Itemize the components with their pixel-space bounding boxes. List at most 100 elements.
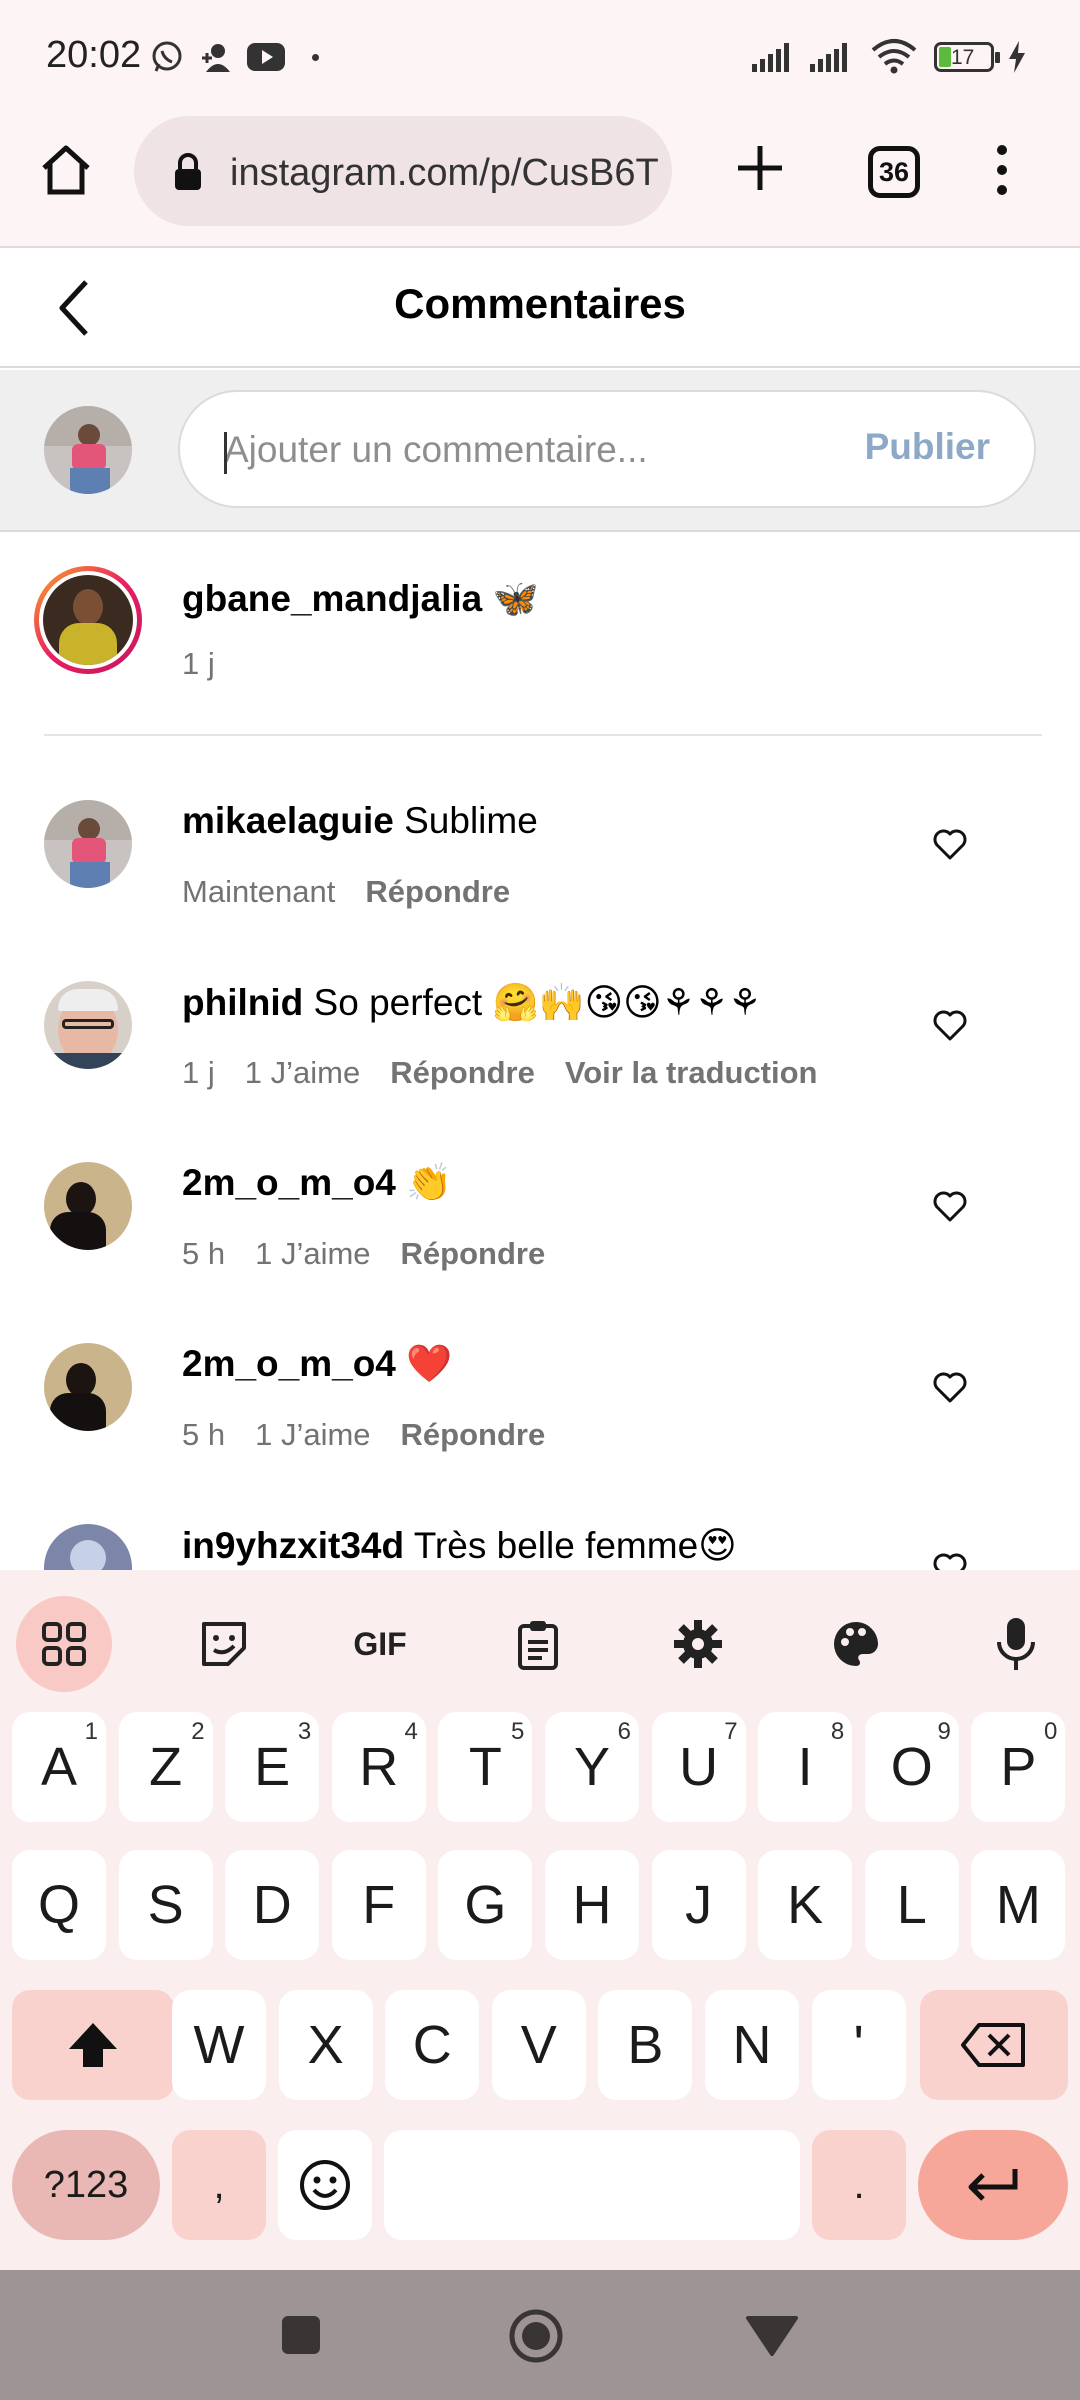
- like-heart-icon[interactable]: [932, 826, 968, 862]
- palette-icon[interactable]: [808, 1596, 904, 1692]
- key-y[interactable]: Y6: [545, 1712, 639, 1822]
- comment-time: 1 j: [182, 1055, 215, 1090]
- youtube-icon: [247, 43, 285, 71]
- commenter-avatar[interactable]: [44, 800, 132, 888]
- key-hint: 4: [404, 1718, 418, 1745]
- key-h[interactable]: H: [545, 1850, 639, 1960]
- url-bar[interactable]: instagram.com/p/CusB6T: [134, 116, 672, 226]
- home-icon[interactable]: [38, 142, 94, 198]
- key-i[interactable]: I8: [758, 1712, 853, 1822]
- key-j[interactable]: J: [651, 1850, 746, 1960]
- key-r[interactable]: R4: [331, 1712, 426, 1822]
- see-translation-button[interactable]: Voir la traduction: [565, 1055, 818, 1090]
- caption-author-avatar[interactable]: [34, 566, 142, 674]
- comment-username[interactable]: mikaelaguie: [182, 800, 394, 841]
- key-label: V: [520, 2015, 557, 2075]
- reply-button[interactable]: Répondre: [390, 1055, 535, 1090]
- commenter-avatar[interactable]: [44, 1343, 132, 1431]
- key-label: U: [679, 1737, 719, 1797]
- comment-username[interactable]: philnid: [182, 982, 303, 1023]
- key-x[interactable]: X: [278, 1990, 373, 2100]
- recent-apps-button[interactable]: [282, 2316, 320, 2354]
- key-p[interactable]: P0: [971, 1712, 1066, 1822]
- publish-button[interactable]: Publier: [865, 426, 990, 468]
- like-heart-icon[interactable]: [932, 1007, 968, 1043]
- like-heart-icon[interactable]: [932, 1188, 968, 1224]
- key-g[interactable]: G: [438, 1850, 533, 1960]
- key-hint: 2: [191, 1718, 205, 1745]
- key-b[interactable]: B: [598, 1990, 693, 2100]
- comment-input[interactable]: [224, 422, 784, 478]
- shift-key[interactable]: [12, 1990, 174, 2100]
- settings-icon[interactable]: [650, 1596, 746, 1692]
- like-heart-icon[interactable]: [932, 1550, 968, 1570]
- comment-body: Sublime: [404, 800, 538, 841]
- reply-button[interactable]: Répondre: [401, 1236, 546, 1271]
- key-q[interactable]: Q: [12, 1850, 106, 1960]
- tab-switcher-button[interactable]: 36: [868, 146, 920, 198]
- comment-composer: Publier: [0, 370, 1080, 532]
- like-heart-icon[interactable]: [932, 1369, 968, 1405]
- reply-button[interactable]: Répondre: [401, 1417, 546, 1452]
- key-a[interactable]: A1: [12, 1712, 106, 1822]
- key-n[interactable]: N: [705, 1990, 799, 2100]
- comment-item: 2m_o_m_o4 ❤️ 5 h 1 J’aime Répondre: [0, 1307, 1080, 1488]
- key-c[interactable]: C: [385, 1990, 480, 2100]
- key-f[interactable]: F: [331, 1850, 426, 1960]
- comment-username[interactable]: in9yhzxit34d: [182, 1525, 404, 1566]
- battery-icon: 17: [934, 42, 1000, 72]
- comma-key[interactable]: ,: [172, 2130, 266, 2240]
- enter-key[interactable]: [918, 2130, 1068, 2240]
- key-v[interactable]: V: [491, 1990, 586, 2100]
- comment-like-count[interactable]: 1 J’aime: [255, 1236, 370, 1271]
- key-o[interactable]: O9: [864, 1712, 959, 1822]
- key-apostrophe[interactable]: ': [811, 1990, 906, 2100]
- key-e[interactable]: E3: [225, 1712, 320, 1822]
- period-key[interactable]: .: [812, 2130, 906, 2240]
- reply-button[interactable]: Répondre: [365, 874, 510, 909]
- commenter-avatar[interactable]: [44, 981, 132, 1069]
- caption-time: 1 j: [182, 646, 215, 681]
- whatsapp-icon: [152, 41, 182, 72]
- emoji-key[interactable]: [278, 2130, 372, 2240]
- key-z[interactable]: Z2: [118, 1712, 213, 1822]
- comment-time: 5 h: [182, 1236, 226, 1271]
- comment-time: Maintenant: [182, 874, 336, 909]
- key-label: B: [627, 2015, 664, 2075]
- key-t[interactable]: T5: [438, 1712, 533, 1822]
- caption-username[interactable]: gbane_mandjalia: [182, 578, 482, 619]
- more-menu-icon[interactable]: [990, 142, 1014, 198]
- key-w[interactable]: W: [172, 1990, 266, 2100]
- key-u[interactable]: U7: [651, 1712, 746, 1822]
- comment-meta: 5 h 1 J’aime Répondre: [182, 1236, 575, 1272]
- key-d[interactable]: D: [225, 1850, 320, 1960]
- comment-like-count[interactable]: 1 J’aime: [255, 1417, 370, 1452]
- comment-text: in9yhzxit34d Très belle femme😍: [182, 1524, 737, 1567]
- comment-body: So perfect 🤗🙌😘😘⚘⚘⚘: [313, 982, 762, 1023]
- sticker-icon[interactable]: [176, 1596, 272, 1692]
- smiley-icon: [300, 2160, 350, 2210]
- gif-button[interactable]: GIF: [332, 1596, 428, 1692]
- key-s[interactable]: S: [118, 1850, 213, 1960]
- commenter-avatar[interactable]: [44, 1162, 132, 1250]
- key-label: J: [685, 1875, 713, 1935]
- key-m[interactable]: M: [971, 1850, 1066, 1960]
- new-tab-icon[interactable]: [734, 142, 786, 194]
- clipboard-icon[interactable]: [490, 1596, 586, 1692]
- signal-icon-2: [810, 43, 847, 72]
- key-k[interactable]: K: [758, 1850, 853, 1960]
- key-hint: 0: [1044, 1718, 1058, 1745]
- back-button[interactable]: [744, 2314, 800, 2358]
- comment-username[interactable]: 2m_o_m_o4: [182, 1343, 396, 1384]
- commenter-avatar[interactable]: [44, 1524, 132, 1570]
- comment-username[interactable]: 2m_o_m_o4: [182, 1162, 396, 1203]
- space-key[interactable]: [384, 2130, 800, 2240]
- home-button[interactable]: [508, 2308, 564, 2364]
- key-l[interactable]: L: [864, 1850, 959, 1960]
- mic-icon[interactable]: [968, 1596, 1064, 1692]
- comment-like-count[interactable]: 1 J’aime: [245, 1055, 360, 1090]
- post-caption: gbane_mandjalia 🦋 1 j: [0, 534, 1080, 734]
- apps-grid-icon[interactable]: [16, 1596, 112, 1692]
- backspace-key[interactable]: [920, 1990, 1068, 2100]
- symbols-key[interactable]: ?123: [12, 2130, 160, 2240]
